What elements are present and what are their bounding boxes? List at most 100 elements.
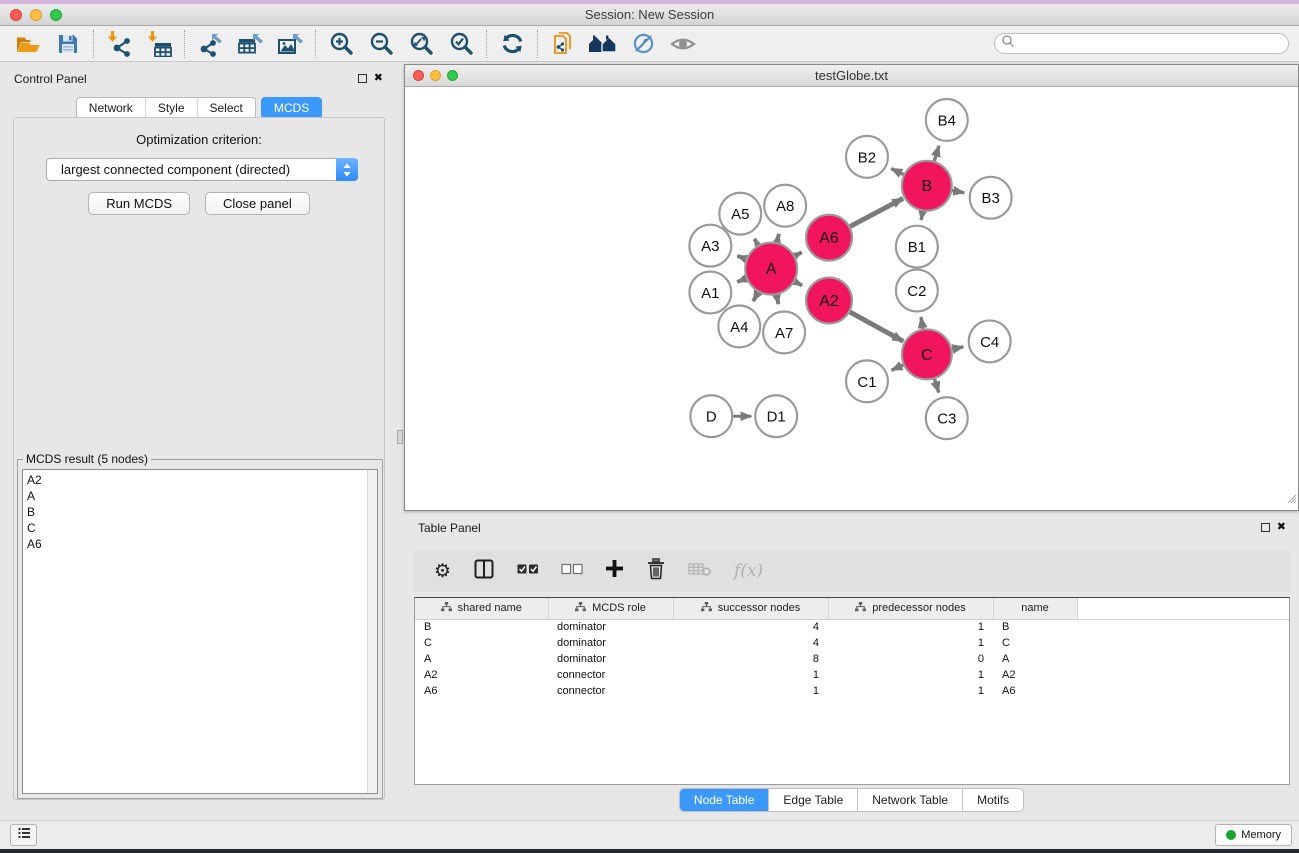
- zoom-selected-button[interactable]: [443, 28, 479, 60]
- mcds-result-item[interactable]: A2: [23, 472, 377, 488]
- table-cell[interactable]: dominator: [548, 651, 673, 667]
- table-cell[interactable]: A6: [993, 683, 1077, 699]
- import-network-button[interactable]: [101, 28, 137, 60]
- table-row[interactable]: Adominator80A: [415, 651, 1289, 667]
- table-cell[interactable]: 0: [828, 651, 993, 667]
- table-cell[interactable]: A: [993, 651, 1077, 667]
- graph-edge-A2-C[interactable]: [850, 312, 903, 341]
- table-cell[interactable]: A6: [415, 683, 548, 699]
- export-image-button[interactable]: [272, 28, 308, 60]
- export-table-button[interactable]: [232, 28, 268, 60]
- table-settings-button[interactable]: ⚙: [434, 562, 451, 581]
- graph-edge-C-C4[interactable]: [952, 347, 963, 349]
- table-cell[interactable]: A2: [415, 667, 548, 683]
- open-session-button[interactable]: [10, 28, 46, 60]
- tab-network-table[interactable]: Network Table: [857, 789, 962, 811]
- table-cell[interactable]: B: [993, 619, 1077, 635]
- table-cell[interactable]: connector: [548, 683, 673, 699]
- zoom-in-button[interactable]: [323, 28, 359, 60]
- hide-labels-button[interactable]: [625, 28, 661, 60]
- import-table-button[interactable]: [141, 28, 177, 60]
- graph-edge-A-A2[interactable]: [795, 282, 802, 286]
- graph-edge-A-A3[interactable]: [737, 256, 746, 259]
- graph-edge-A-A7[interactable]: [777, 295, 779, 304]
- table-cell[interactable]: 4: [673, 619, 828, 635]
- table-cell[interactable]: 1: [673, 667, 828, 683]
- select-all-columns-button[interactable]: [517, 562, 539, 580]
- tab-style[interactable]: Style: [145, 98, 197, 118]
- graph-edge-B-B3[interactable]: [952, 191, 964, 193]
- create-column-button[interactable]: [605, 559, 624, 583]
- table-cell[interactable]: 1: [828, 635, 993, 651]
- run-mcds-button[interactable]: Run MCDS: [88, 192, 190, 215]
- mcds-result-item[interactable]: A6: [23, 536, 377, 552]
- graph-edge-C-C2[interactable]: [921, 317, 923, 329]
- memory-button[interactable]: Memory: [1215, 824, 1292, 846]
- graph-edge-C-C1[interactable]: [892, 365, 904, 370]
- table-cell[interactable]: 1: [828, 667, 993, 683]
- graph-edge-A-A4[interactable]: [753, 292, 758, 301]
- table-row[interactable]: Bdominator41B: [415, 619, 1289, 635]
- graph-edge-B-B1[interactable]: [921, 211, 922, 220]
- graph-edge-A-A6[interactable]: [795, 252, 802, 256]
- table-cell[interactable]: 4: [673, 635, 828, 651]
- graph-edge-B-B4[interactable]: [934, 146, 939, 161]
- eye-button[interactable]: [665, 28, 701, 60]
- column-header-successor-nodes[interactable]: successor nodes: [673, 598, 828, 619]
- column-header-predecessor-nodes[interactable]: predecessor nodes: [828, 598, 993, 619]
- optimization-criterion-dropdown[interactable]: largest connected component (directed): [46, 158, 358, 181]
- close-panel-icon[interactable]: ✖: [1277, 521, 1286, 534]
- table-cell[interactable]: 1: [828, 683, 993, 699]
- tab-mcds[interactable]: MCDS: [261, 97, 322, 119]
- tab-node-table[interactable]: Node Table: [680, 789, 769, 811]
- network-canvas[interactable]: B4B2BB3A5A8A6A3B1AC2A1A2A4A7C4CC1C3DD1: [405, 87, 1298, 510]
- splitter-handle[interactable]: [397, 430, 403, 444]
- show-columns-button[interactable]: [473, 558, 495, 585]
- table-cell[interactable]: C: [415, 635, 548, 651]
- tab-motifs[interactable]: Motifs: [962, 789, 1023, 811]
- network-document-button[interactable]: [545, 28, 581, 60]
- table-cell[interactable]: connector: [548, 667, 673, 683]
- close-panel-icon[interactable]: ✖: [374, 72, 383, 85]
- search-input[interactable]: [1015, 35, 1288, 52]
- table-cell[interactable]: 1: [828, 619, 993, 635]
- graph-edge-A-A1[interactable]: [737, 278, 746, 281]
- refresh-button[interactable]: [494, 28, 530, 60]
- table-cell[interactable]: dominator: [548, 635, 673, 651]
- graph-edge-B-B2[interactable]: [891, 169, 903, 175]
- column-header-shared-name[interactable]: shared name: [415, 598, 548, 619]
- network-window-titlebar[interactable]: testGlobe.txt: [405, 65, 1298, 87]
- tab-edge-table[interactable]: Edge Table: [768, 789, 857, 811]
- float-panel-icon[interactable]: [358, 74, 367, 83]
- table-cell[interactable]: B: [415, 619, 548, 635]
- mcds-result-item[interactable]: C: [23, 520, 377, 536]
- table-row[interactable]: Cdominator41C: [415, 635, 1289, 651]
- status-list-button[interactable]: [10, 824, 37, 846]
- home-views-button[interactable]: [585, 28, 621, 60]
- table-cell[interactable]: 8: [673, 651, 828, 667]
- delete-column-button[interactable]: [646, 558, 666, 585]
- tab-select[interactable]: Select: [197, 98, 255, 118]
- graph-edge-A-A8[interactable]: [777, 234, 779, 242]
- close-panel-button[interactable]: Close panel: [205, 192, 310, 215]
- zoom-fit-button[interactable]: [403, 28, 439, 60]
- float-panel-icon[interactable]: [1261, 523, 1270, 532]
- list-scrollbar[interactable]: [367, 470, 377, 793]
- graph-edge-A6-B[interactable]: [850, 198, 903, 226]
- zoom-out-button[interactable]: [363, 28, 399, 60]
- delete-table-button[interactable]: [688, 561, 712, 582]
- unselect-all-columns-button[interactable]: [561, 562, 583, 580]
- column-header-name[interactable]: name: [993, 598, 1077, 619]
- table-cell[interactable]: A: [415, 651, 548, 667]
- resize-grip-icon[interactable]: [1284, 491, 1297, 509]
- column-header-MCDS-role[interactable]: MCDS role: [548, 598, 673, 619]
- mcds-result-item[interactable]: A: [23, 488, 377, 504]
- graph-edge-A-A5[interactable]: [754, 239, 757, 245]
- save-session-button[interactable]: [50, 28, 86, 60]
- table-cell[interactable]: C: [993, 635, 1077, 651]
- mcds-result-item[interactable]: B: [23, 504, 377, 520]
- table-row[interactable]: A6connector11A6: [415, 683, 1289, 699]
- table-row[interactable]: A2connector11A2: [415, 667, 1289, 683]
- export-network-button[interactable]: [192, 28, 228, 60]
- table-cell[interactable]: dominator: [548, 619, 673, 635]
